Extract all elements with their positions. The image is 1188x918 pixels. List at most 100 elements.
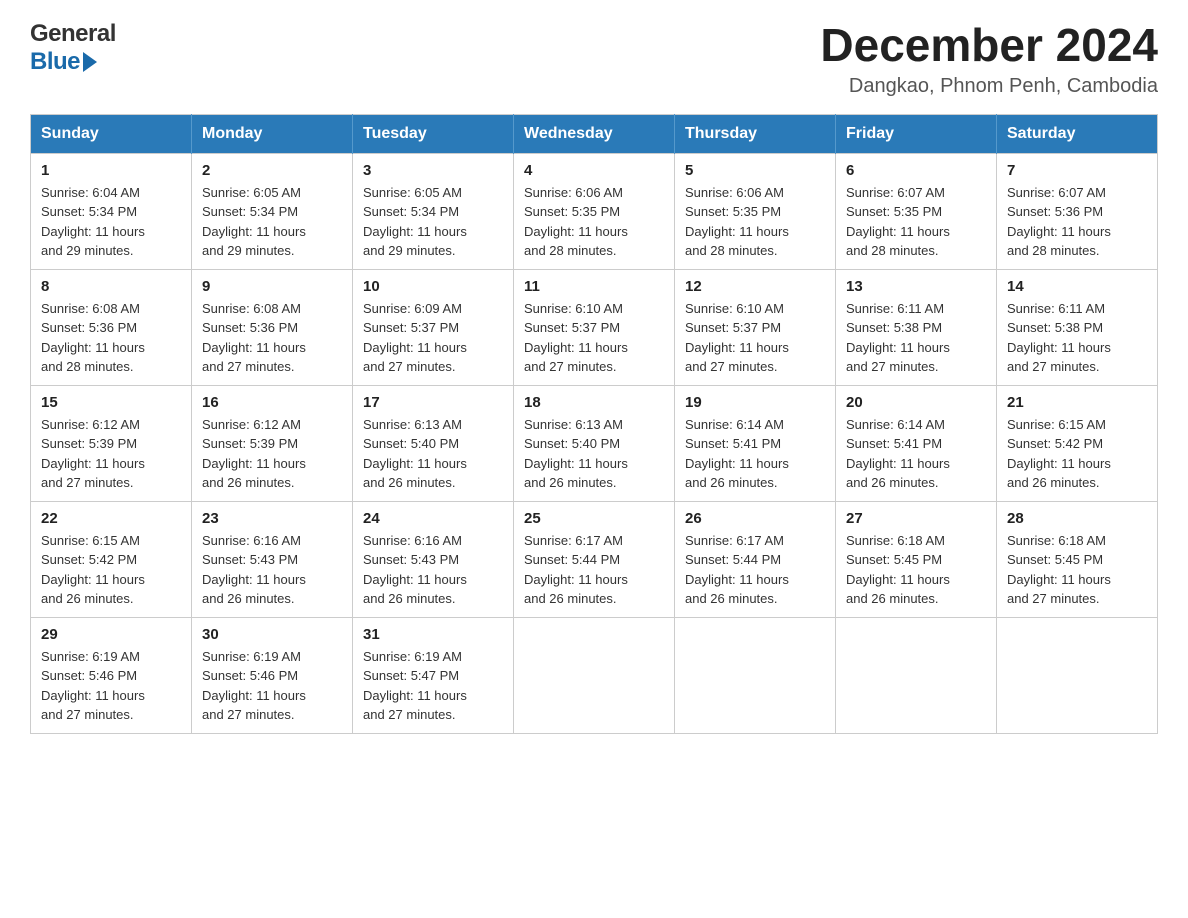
table-row: 5Sunrise: 6:06 AMSunset: 5:35 PMDaylight…: [675, 153, 836, 269]
day-info: Sunrise: 6:10 AMSunset: 5:37 PMDaylight:…: [685, 299, 825, 377]
day-info: Sunrise: 6:12 AMSunset: 5:39 PMDaylight:…: [202, 415, 342, 493]
day-info: Sunrise: 6:08 AMSunset: 5:36 PMDaylight:…: [41, 299, 181, 377]
col-tuesday: Tuesday: [353, 114, 514, 153]
title-section: December 2024 Dangkao, Phnom Penh, Cambo…: [820, 20, 1158, 98]
day-number: 24: [363, 510, 503, 527]
day-number: 22: [41, 510, 181, 527]
table-row: 11 Sunrise: 6:10 AMSunset: 5:37 PMDayligh…: [514, 269, 675, 385]
day-number: 20: [846, 394, 986, 411]
page-header: General Blue December 2024 Dangkao, Phno…: [30, 20, 1158, 98]
day-info: Sunrise: 6:17 AMSunset: 5:44 PMDaylight:…: [685, 531, 825, 609]
table-row: 29 Sunrise: 6:19 AMSunset: 5:46 PMDayligh…: [31, 617, 192, 733]
table-row: 18Sunrise: 6:13 AMSunset: 5:40 PMDayligh…: [514, 385, 675, 501]
table-row: 4 Sunrise: 6:06 AMSunset: 5:35 PMDaylight…: [514, 153, 675, 269]
calendar-week-row: 29 Sunrise: 6:19 AMSunset: 5:46 PMDayligh…: [31, 617, 1158, 733]
table-row: [997, 617, 1158, 733]
day-number: 3: [363, 162, 503, 179]
table-row: 22Sunrise: 6:15 AMSunset: 5:42 PMDayligh…: [31, 501, 192, 617]
day-info: Sunrise: 6:05 AMSunset: 5:34 PMDaylight:…: [363, 183, 503, 261]
day-info: Sunrise: 6:19 AMSunset: 5:47 PMDaylight:…: [363, 647, 503, 725]
table-row: 7 Sunrise: 6:07 AMSunset: 5:36 PMDaylight…: [997, 153, 1158, 269]
day-info: Sunrise: 6:07 AMSunset: 5:36 PMDaylight:…: [1007, 183, 1147, 261]
logo: General Blue: [30, 20, 116, 76]
day-number: 26: [685, 510, 825, 527]
day-number: 29: [41, 626, 181, 643]
location-subtitle: Dangkao, Phnom Penh, Cambodia: [820, 75, 1158, 98]
day-info: Sunrise: 6:05 AMSunset: 5:34 PMDaylight:…: [202, 183, 342, 261]
day-number: 17: [363, 394, 503, 411]
calendar-week-row: 8 Sunrise: 6:08 AMSunset: 5:36 PMDaylight…: [31, 269, 1158, 385]
table-row: [836, 617, 997, 733]
day-info: Sunrise: 6:14 AMSunset: 5:41 PMDaylight:…: [685, 415, 825, 493]
day-info: Sunrise: 6:09 AMSunset: 5:37 PMDaylight:…: [363, 299, 503, 377]
table-row: 19 Sunrise: 6:14 AMSunset: 5:41 PMDayligh…: [675, 385, 836, 501]
calendar-header-row: Sunday Monday Tuesday Wednesday Thursday…: [31, 114, 1158, 153]
table-row: 2 Sunrise: 6:05 AMSunset: 5:34 PMDaylight…: [192, 153, 353, 269]
day-info: Sunrise: 6:11 AMSunset: 5:38 PMDaylight:…: [846, 299, 986, 377]
day-info: Sunrise: 6:16 AMSunset: 5:43 PMDaylight:…: [363, 531, 503, 609]
calendar-week-row: 15 Sunrise: 6:12 AMSunset: 5:39 PMDayligh…: [31, 385, 1158, 501]
table-row: 31 Sunrise: 6:19 AMSunset: 5:47 PMDayligh…: [353, 617, 514, 733]
day-info: Sunrise: 6:15 AMSunset: 5:42 PMDaylight:…: [1007, 415, 1147, 493]
calendar-table: Sunday Monday Tuesday Wednesday Thursday…: [30, 114, 1158, 734]
day-number: 31: [363, 626, 503, 643]
day-number: 2: [202, 162, 342, 179]
table-row: 14 Sunrise: 6:11 AMSunset: 5:38 PMDayligh…: [997, 269, 1158, 385]
day-info: Sunrise: 6:19 AMSunset: 5:46 PMDaylight:…: [41, 647, 181, 725]
day-number: 30: [202, 626, 342, 643]
col-thursday: Thursday: [675, 114, 836, 153]
col-friday: Friday: [836, 114, 997, 153]
day-number: 16: [202, 394, 342, 411]
day-info: Sunrise: 6:08 AMSunset: 5:36 PMDaylight:…: [202, 299, 342, 377]
table-row: 17 Sunrise: 6:13 AMSunset: 5:40 PMDayligh…: [353, 385, 514, 501]
day-number: 19: [685, 394, 825, 411]
day-number: 11: [524, 278, 664, 295]
day-number: 7: [1007, 162, 1147, 179]
day-info: Sunrise: 6:10 AMSunset: 5:37 PMDaylight:…: [524, 299, 664, 377]
day-number: 8: [41, 278, 181, 295]
day-info: Sunrise: 6:13 AMSunset: 5:40 PMDaylight:…: [363, 415, 503, 493]
day-number: 4: [524, 162, 664, 179]
table-row: 24 Sunrise: 6:16 AMSunset: 5:43 PMDayligh…: [353, 501, 514, 617]
day-info: Sunrise: 6:04 AMSunset: 5:34 PMDaylight:…: [41, 183, 181, 261]
day-info: Sunrise: 6:18 AMSunset: 5:45 PMDaylight:…: [1007, 531, 1147, 609]
day-info: Sunrise: 6:11 AMSunset: 5:38 PMDaylight:…: [1007, 299, 1147, 377]
day-number: 15: [41, 394, 181, 411]
logo-arrow-icon: [83, 52, 97, 72]
day-info: Sunrise: 6:17 AMSunset: 5:44 PMDaylight:…: [524, 531, 664, 609]
table-row: 6Sunrise: 6:07 AMSunset: 5:35 PMDaylight…: [836, 153, 997, 269]
day-number: 18: [524, 394, 664, 411]
day-info: Sunrise: 6:16 AMSunset: 5:43 PMDaylight:…: [202, 531, 342, 609]
table-row: 9 Sunrise: 6:08 AMSunset: 5:36 PMDaylight…: [192, 269, 353, 385]
table-row: 8 Sunrise: 6:08 AMSunset: 5:36 PMDaylight…: [31, 269, 192, 385]
table-row: 16 Sunrise: 6:12 AMSunset: 5:39 PMDayligh…: [192, 385, 353, 501]
logo-blue: Blue: [30, 48, 116, 76]
table-row: 3 Sunrise: 6:05 AMSunset: 5:34 PMDaylight…: [353, 153, 514, 269]
day-number: 23: [202, 510, 342, 527]
day-number: 28: [1007, 510, 1147, 527]
table-row: 13 Sunrise: 6:11 AMSunset: 5:38 PMDayligh…: [836, 269, 997, 385]
table-row: 1 Sunrise: 6:04 AMSunset: 5:34 PMDaylight…: [31, 153, 192, 269]
day-number: 9: [202, 278, 342, 295]
day-number: 5: [685, 162, 825, 179]
day-info: Sunrise: 6:07 AMSunset: 5:35 PMDaylight:…: [846, 183, 986, 261]
table-row: 20 Sunrise: 6:14 AMSunset: 5:41 PMDayligh…: [836, 385, 997, 501]
day-number: 14: [1007, 278, 1147, 295]
col-saturday: Saturday: [997, 114, 1158, 153]
day-info: Sunrise: 6:06 AMSunset: 5:35 PMDaylight:…: [524, 183, 664, 261]
table-row: 15 Sunrise: 6:12 AMSunset: 5:39 PMDayligh…: [31, 385, 192, 501]
table-row: 27Sunrise: 6:18 AMSunset: 5:45 PMDayligh…: [836, 501, 997, 617]
col-wednesday: Wednesday: [514, 114, 675, 153]
day-number: 1: [41, 162, 181, 179]
day-number: 10: [363, 278, 503, 295]
day-info: Sunrise: 6:14 AMSunset: 5:41 PMDaylight:…: [846, 415, 986, 493]
day-number: 13: [846, 278, 986, 295]
table-row: [675, 617, 836, 733]
day-number: 25: [524, 510, 664, 527]
day-info: Sunrise: 6:19 AMSunset: 5:46 PMDaylight:…: [202, 647, 342, 725]
month-title: December 2024: [820, 20, 1158, 71]
table-row: [514, 617, 675, 733]
day-info: Sunrise: 6:12 AMSunset: 5:39 PMDaylight:…: [41, 415, 181, 493]
table-row: 10 Sunrise: 6:09 AMSunset: 5:37 PMDayligh…: [353, 269, 514, 385]
table-row: 21Sunrise: 6:15 AMSunset: 5:42 PMDayligh…: [997, 385, 1158, 501]
